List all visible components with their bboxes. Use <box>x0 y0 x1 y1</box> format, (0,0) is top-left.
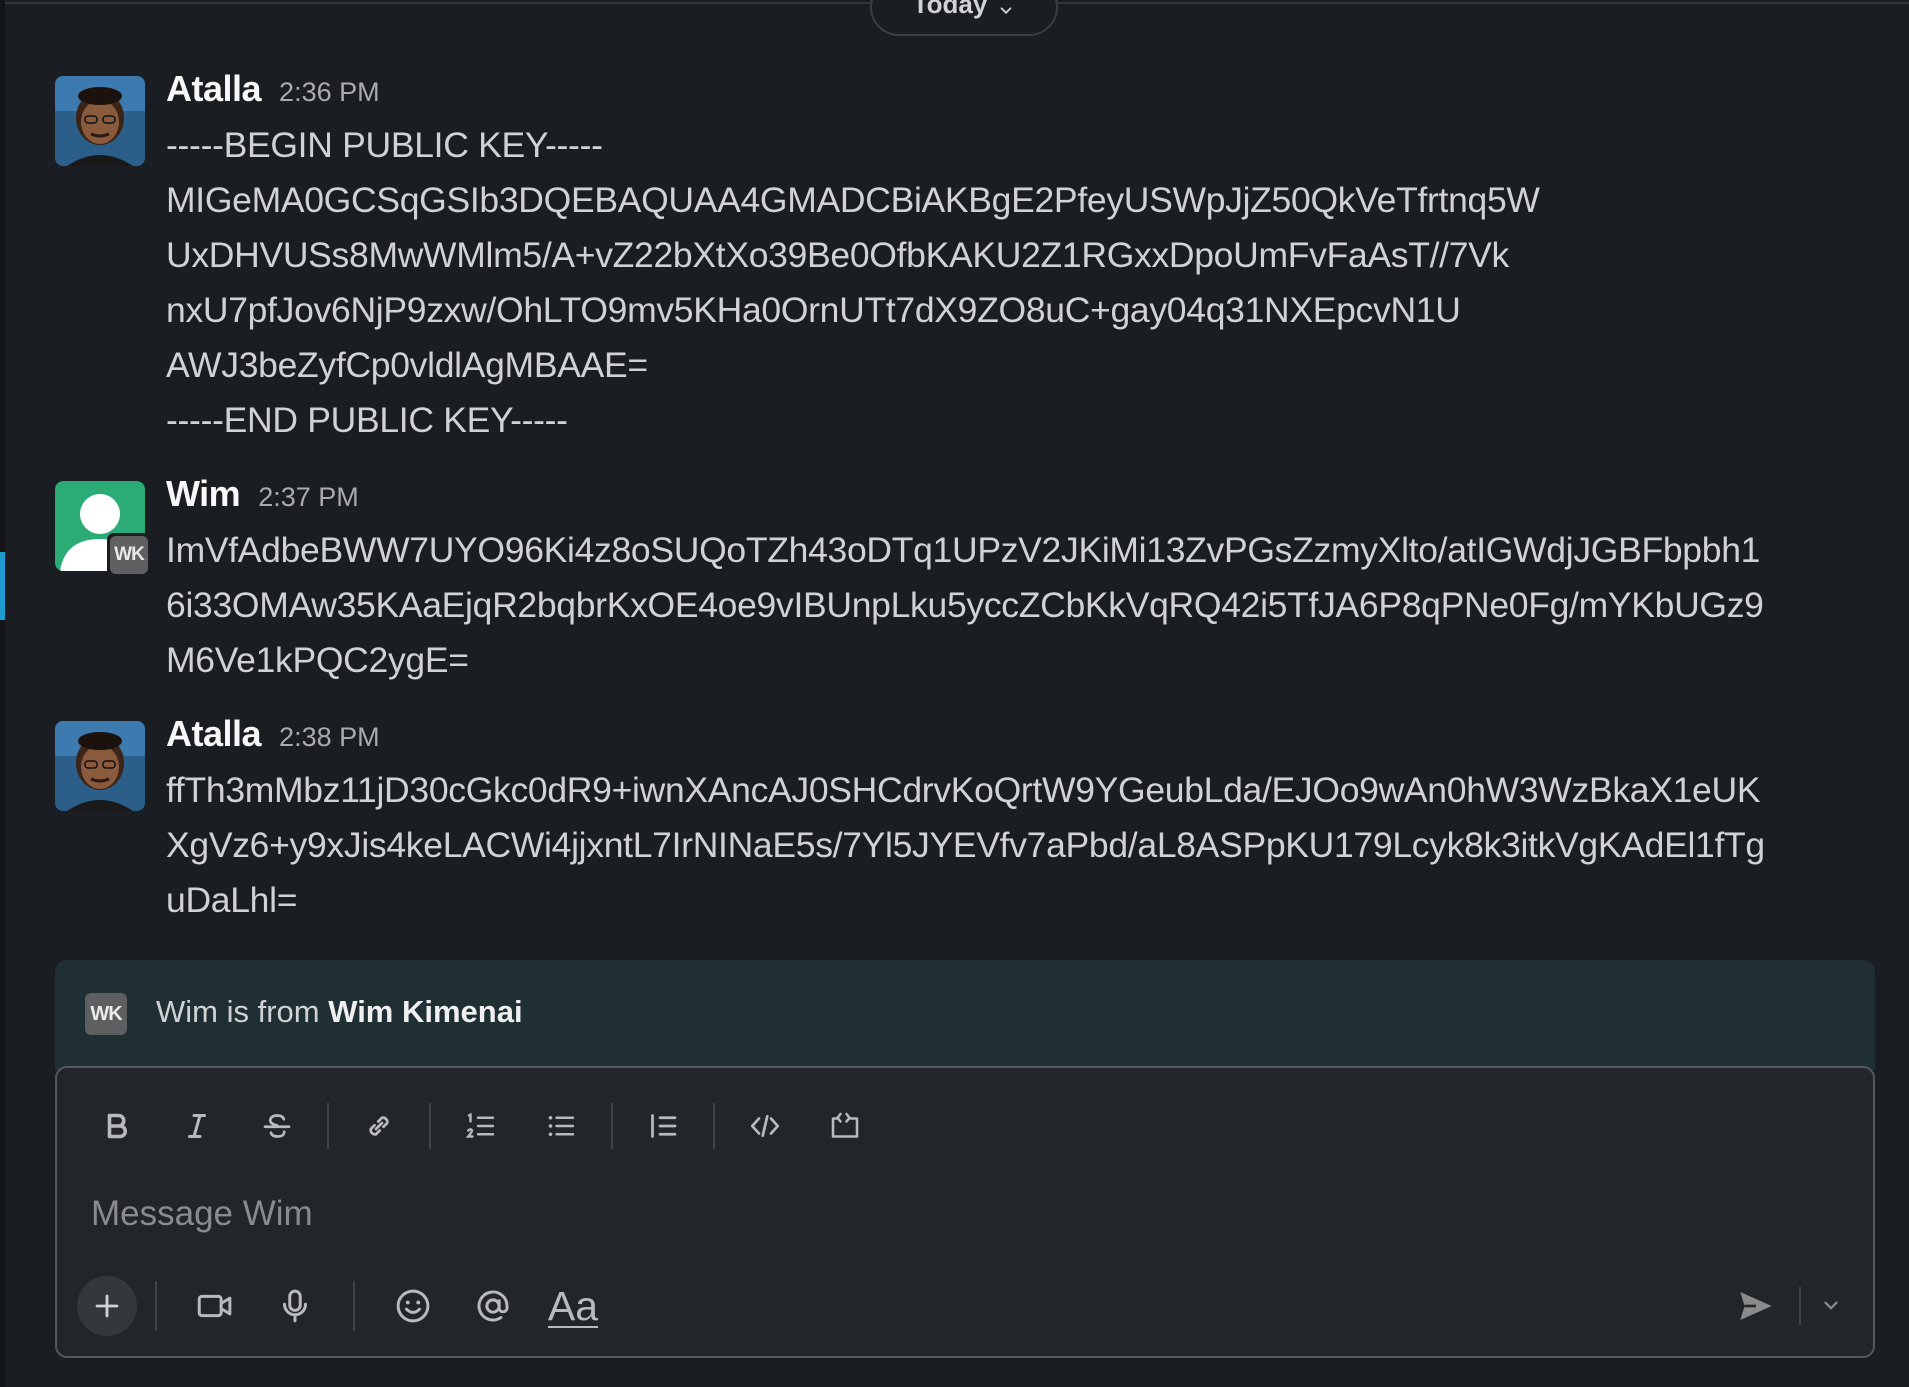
bulleted-list-button[interactable] <box>521 1088 601 1164</box>
message-item: Atalla 2:36 PM -----BEGIN PUBLIC KEY----… <box>55 68 1889 446</box>
code-block-button[interactable] <box>805 1088 885 1164</box>
mention-icon <box>477 1290 509 1322</box>
external-user-banner: WK Wim is from Wim Kimenai <box>55 960 1875 1070</box>
italic-button[interactable] <box>157 1088 237 1164</box>
person-photo-icon <box>55 721 145 811</box>
send-icon <box>1740 1292 1772 1320</box>
send-controls <box>1721 1268 1853 1344</box>
notice-prefix: Wim is from <box>156 994 329 1029</box>
org-badge-label: WK <box>90 1002 122 1025</box>
sender-name[interactable]: Atalla <box>166 713 262 755</box>
org-name[interactable]: Wim Kimenai <box>328 994 522 1029</box>
message-text-line: nxU7pfJov6NjP9zxw/OhLTO9mv5KHa0OrnUTt7dX… <box>166 290 1461 330</box>
ordered-list-button[interactable] <box>441 1088 521 1164</box>
message-item: Atalla 2:38 PM ffTh3mMbz11jD30cGkc0dR9+i… <box>55 713 1889 931</box>
mention-button[interactable] <box>453 1268 533 1344</box>
message-input[interactable] <box>89 1183 1693 1245</box>
formatting-toolbar <box>77 1088 885 1164</box>
avatar[interactable]: WK <box>55 481 151 577</box>
audio-clip-button[interactable] <box>255 1268 335 1344</box>
avatar[interactable] <box>55 721 145 811</box>
message-text-line: MIGeMA0GCSqGSIb3DQEBAQUAA4GMADCBiAKBgE2P… <box>166 180 1540 220</box>
org-badge: WK <box>85 993 127 1035</box>
external-user-notice: Wim is from Wim Kimenai <box>156 994 523 1030</box>
link-button[interactable] <box>339 1088 419 1164</box>
code-block-icon <box>831 1112 859 1138</box>
sender-name[interactable]: Wim <box>166 473 241 515</box>
plus-icon <box>95 1294 119 1318</box>
message-text-line: -----BEGIN PUBLIC KEY----- <box>166 125 603 165</box>
message-text-line: XgVz6+y9xJis4keLACWi4jjxntL7IrNINaE5s/7Y… <box>166 825 1765 865</box>
link-icon <box>369 1116 389 1136</box>
date-divider-button[interactable]: Today <box>870 0 1058 36</box>
toolbar-divider <box>713 1103 715 1149</box>
message-timestamp[interactable]: 2:38 PM <box>279 722 380 753</box>
message-composer: Aa <box>55 1066 1875 1358</box>
emoji-button[interactable] <box>373 1268 453 1344</box>
code-button[interactable] <box>725 1088 805 1164</box>
toolbar-divider <box>327 1103 329 1149</box>
attach-button[interactable] <box>77 1276 137 1336</box>
ordered-list-icon <box>465 1112 495 1138</box>
message-item: WK Wim 2:37 PM ImVfAdbeBWW7UYO96Ki4z8oSU… <box>55 473 1889 691</box>
message-timestamp[interactable]: 2:37 PM <box>258 482 359 513</box>
message-text-line: -----END PUBLIC KEY----- <box>166 400 568 440</box>
sender-name[interactable]: Atalla <box>166 68 262 110</box>
send-button[interactable] <box>1721 1268 1791 1344</box>
avatar[interactable] <box>55 76 145 166</box>
toolbar-divider <box>353 1281 355 1331</box>
message-text-line: M6Ve1kPQC2ygE= <box>166 640 469 680</box>
video-icon <box>197 1294 232 1318</box>
person-photo-icon <box>55 76 145 166</box>
composer-actions: Aa <box>77 1268 613 1344</box>
italic-icon <box>188 1114 206 1138</box>
org-badge: WK <box>107 533 151 577</box>
message-timestamp[interactable]: 2:36 PM <box>279 77 380 108</box>
format-toggle-label: Aa <box>547 1282 599 1329</box>
toolbar-divider <box>155 1281 157 1331</box>
toolbar-divider <box>429 1103 431 1149</box>
video-clip-button[interactable] <box>175 1268 255 1344</box>
chevron-down-icon <box>1000 7 1012 15</box>
formatting-toggle-button[interactable]: Aa <box>533 1268 613 1344</box>
blockquote-icon <box>651 1114 677 1138</box>
sidebar-active-indicator <box>0 552 5 620</box>
message-text-line: AWJ3beZyfCp0vldlAgMBAAE= <box>166 345 648 385</box>
message-text-line: UxDHVUSs8MwWMlm5/A+vZ22bXtXo39Be0OfbKAKU… <box>166 235 1510 275</box>
blockquote-button[interactable] <box>623 1088 703 1164</box>
sidebar-edge <box>0 0 5 1387</box>
strikethrough-button[interactable] <box>237 1088 317 1164</box>
code-icon <box>750 1114 780 1138</box>
bold-button[interactable] <box>77 1088 157 1164</box>
org-badge-label: WK <box>110 536 148 574</box>
microphone-icon <box>283 1289 307 1323</box>
date-divider-label: Today <box>912 0 988 19</box>
message-text-line: uDaLhl= <box>166 880 298 920</box>
strikethrough-icon <box>263 1114 291 1138</box>
toolbar-divider <box>611 1103 613 1149</box>
toolbar-divider <box>1799 1287 1801 1325</box>
bold-icon <box>107 1113 127 1139</box>
bulleted-list-icon <box>548 1115 575 1137</box>
send-options-button[interactable] <box>1809 1268 1853 1344</box>
emoji-icon <box>396 1289 430 1323</box>
message-text-line: ImVfAdbeBWW7UYO96Ki4z8oSUQoTZh43oDTq1UPz… <box>166 530 1761 570</box>
message-text-line: ffTh3mMbz11jD30cGkc0dR9+iwnXAncAJ0SHCdrv… <box>166 770 1761 810</box>
message-text-line: 6i33OMAw35KAaEjqR2bqbrKxOE4oe9vIBUnpLku5… <box>166 585 1764 625</box>
chevron-down-icon <box>1824 1301 1838 1310</box>
